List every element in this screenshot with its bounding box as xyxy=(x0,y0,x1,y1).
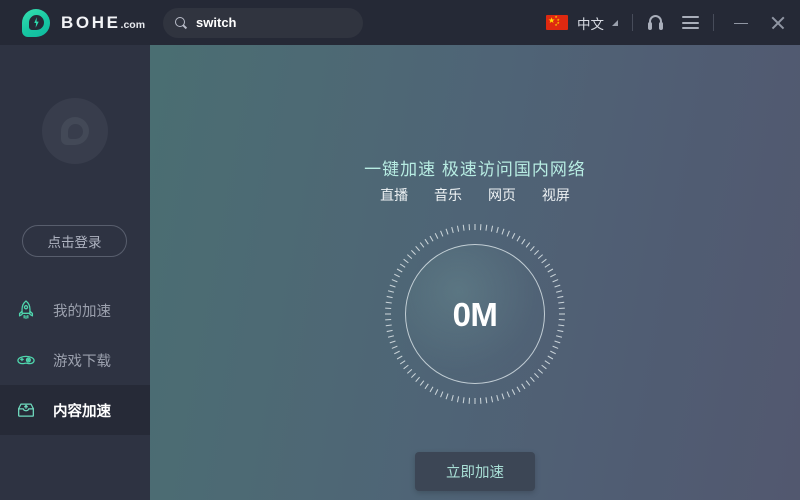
speed-gauge: 0M xyxy=(384,223,566,405)
accelerate-button-label: 立即加速 xyxy=(446,465,504,481)
minimize-icon xyxy=(734,16,748,30)
gamepad-icon xyxy=(15,349,37,371)
gauge-dial: 0M xyxy=(405,244,545,384)
app-window: BOHE.com switch ★ ★ ★ ★ ★ 中文 点击登录 我的加速 游… xyxy=(0,0,800,500)
title-bar: BOHE.com switch ★ ★ ★ ★ ★ 中文 xyxy=(0,0,800,45)
shield-bolt-icon xyxy=(22,8,50,37)
brand-logo: BOHE.com xyxy=(22,8,145,37)
gauge-value: 0M xyxy=(452,295,498,333)
language-label: 中文 xyxy=(577,16,604,32)
main-panel: 一键加速 极速访问国内网络 直播 音乐 网页 视屏 0M 立即加速 xyxy=(150,45,800,500)
titlebar-actions: ★ ★ ★ ★ ★ 中文 xyxy=(546,0,800,45)
chevron-down-icon xyxy=(612,19,618,26)
brand-name: BOHE.com xyxy=(61,14,145,31)
support-button[interactable] xyxy=(647,14,664,31)
sidebar-item-label: 我的加速 xyxy=(53,303,111,320)
login-button[interactable]: 点击登录 xyxy=(22,225,127,257)
login-button-label: 点击登录 xyxy=(47,235,102,250)
category-link-live[interactable]: 直播 xyxy=(380,187,408,203)
close-icon xyxy=(770,15,786,31)
sidebar-item-game-download[interactable]: 游戏下载 xyxy=(0,335,150,385)
sidebar-item-label: 游戏下载 xyxy=(53,353,111,370)
category-link-web[interactable]: 网页 xyxy=(488,187,516,203)
divider xyxy=(713,14,714,31)
category-links: 直播 音乐 网页 视屏 xyxy=(150,185,800,205)
china-flag-icon: ★ ★ ★ ★ ★ xyxy=(546,15,568,30)
archive-box-icon xyxy=(15,399,37,421)
headset-icon xyxy=(647,14,664,31)
category-link-music[interactable]: 音乐 xyxy=(434,187,462,203)
hamburger-menu-icon[interactable] xyxy=(682,16,699,29)
avatar-placeholder-icon xyxy=(61,117,89,145)
sidebar-item-content-accel[interactable]: 内容加速 xyxy=(0,385,150,435)
rocket-icon xyxy=(15,299,37,321)
language-selector[interactable]: ★ ★ ★ ★ ★ 中文 xyxy=(546,13,618,33)
sidebar-item-label: 内容加速 xyxy=(53,403,111,420)
category-link-video[interactable]: 视屏 xyxy=(542,187,570,203)
minimize-button[interactable] xyxy=(728,16,748,30)
divider xyxy=(632,14,633,31)
accelerate-button[interactable]: 立即加速 xyxy=(415,452,535,491)
sidebar-item-my-accel[interactable]: 我的加速 xyxy=(0,285,150,335)
sidebar-nav: 我的加速 游戏下载 内容加速 xyxy=(0,285,150,435)
search-input[interactable]: switch xyxy=(163,7,364,38)
sidebar: 点击登录 我的加速 游戏下载 内容加速 xyxy=(0,45,150,500)
brand-name-text: BOHE xyxy=(61,13,121,32)
brand-suffix-text: .com xyxy=(120,19,146,31)
search-input-value: switch xyxy=(196,15,237,30)
page-title: 一键加速 极速访问国内网络 xyxy=(364,160,586,179)
search-icon xyxy=(175,16,187,29)
avatar[interactable] xyxy=(42,98,108,164)
close-button[interactable] xyxy=(748,15,786,31)
